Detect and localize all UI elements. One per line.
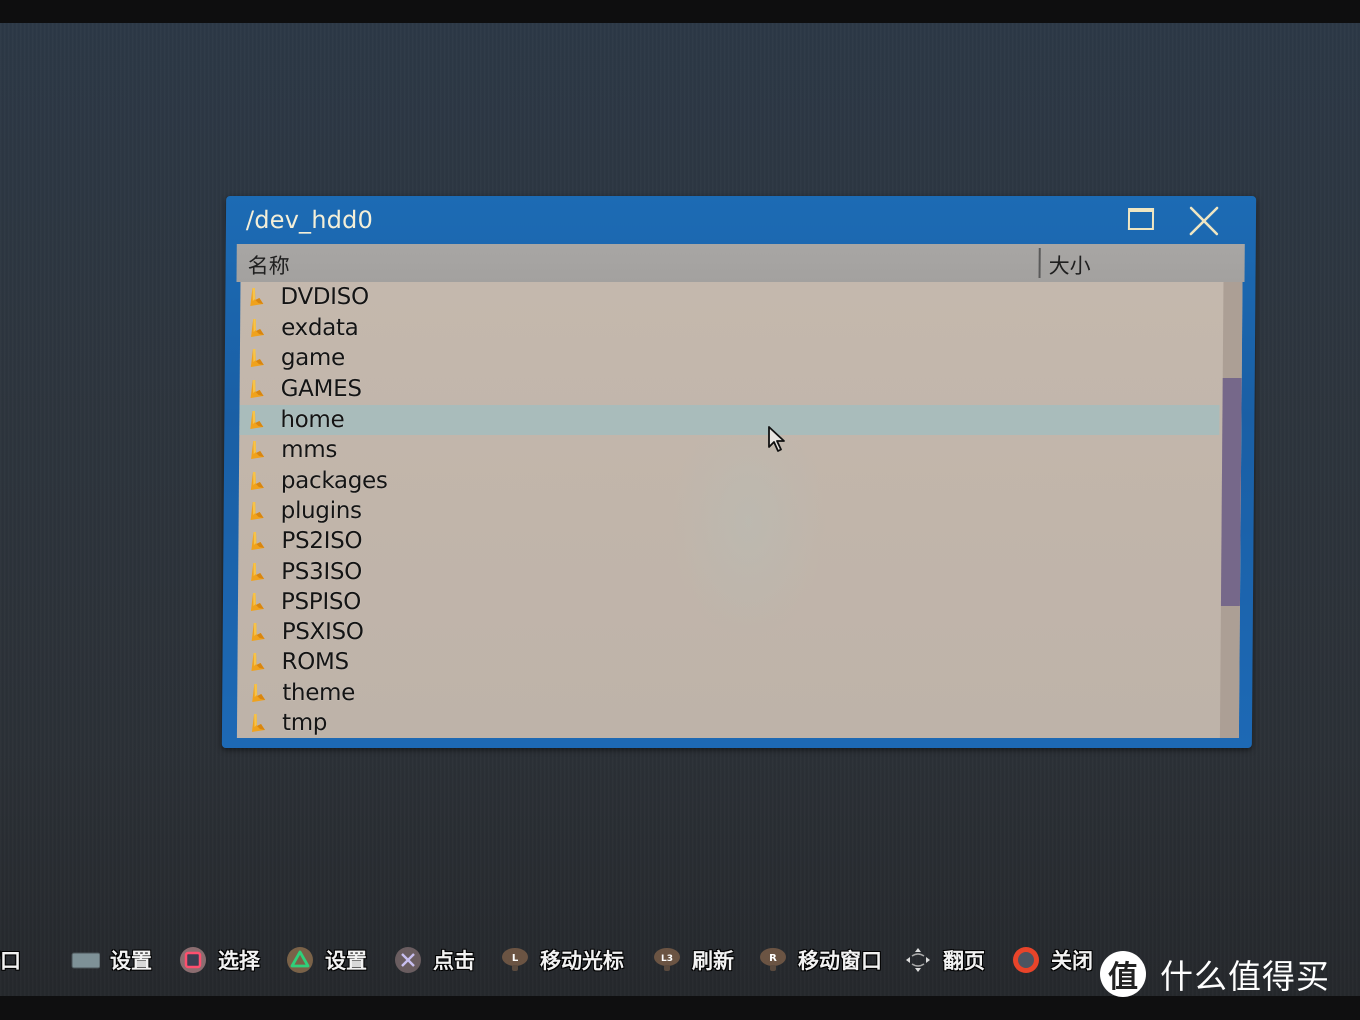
hint-dpad: 翻页 [903,938,985,982]
column-header-name[interactable]: 名称 [248,250,290,280]
hint-right-stick: R 移动窗口 [758,938,882,982]
hint-circle-button: 关闭 [1011,938,1093,982]
triangle-button-icon [285,945,315,975]
file-list-item-name: home [280,407,345,433]
hint-start-button: 新窗口 [0,938,21,982]
select-button-icon [70,945,100,975]
file-list-item[interactable]: exdata [240,313,1220,343]
maximize-button[interactable] [1127,208,1155,230]
folder-icon [250,411,264,429]
folder-icon [251,563,265,581]
folder-icon [251,653,265,671]
watermark: 值 什么值得买 [1100,950,1330,998]
list-header: 名称 大小 [236,244,1245,282]
hint-label: 关闭 [1051,949,1093,973]
circle-button-icon [1011,945,1041,975]
hint-label: 设置 [325,949,367,973]
folder-icon [251,623,265,641]
hint-select-button: 设置 [70,938,152,982]
file-list-item-name: PSXISO [281,619,364,645]
file-list-item[interactable]: mms [239,435,1219,465]
hint-label: 点击 [433,949,475,973]
file-list-item-name: exdata [281,315,359,341]
hint-triangle-button: 设置 [285,938,367,982]
scrollbar-track[interactable] [1219,282,1243,738]
monitor-bezel [0,996,1360,1020]
cross-button-icon [393,945,423,975]
file-list-item[interactable]: plugins [239,496,1219,526]
hint-l3-button: L3 刷新 [652,938,734,982]
svg-text:L: L [512,953,519,964]
dpad-icon [903,945,933,975]
file-manager-window: /dev_hdd0 名称 大小 DVDISO exdata game GAMES hom… [221,196,1257,748]
file-list-item[interactable]: ROMS [237,647,1217,677]
file-list-item[interactable]: PSPISO [238,587,1218,617]
file-list-item-name: plugins [280,498,362,524]
left-stick-icon: L [500,945,530,975]
square-button-icon [178,945,208,975]
close-button[interactable] [1188,206,1220,236]
folder-icon [251,714,265,732]
svg-text:L3: L3 [661,954,673,964]
file-list-item-name: mms [281,437,338,463]
hint-label: 选择 [218,949,260,973]
watermark-logo: 值 [1100,951,1146,997]
file-list-item[interactable]: theme [237,678,1217,708]
file-list-item-name: DVDISO [280,284,369,310]
file-list-item[interactable]: GAMES [240,374,1220,404]
hint-square-button: 选择 [178,938,260,982]
folder-icon [251,532,265,550]
folder-icon [252,684,266,702]
file-list-item[interactable]: PS3ISO [238,557,1218,587]
file-list-item[interactable]: game [240,343,1220,373]
file-list[interactable]: DVDISO exdata game GAMES home mms packages plug… [236,282,1243,738]
l3-button-icon: L3 [652,945,682,975]
file-list-item[interactable]: PS2ISO [238,526,1218,556]
hint-label: 设置 [110,949,152,973]
file-list-item[interactable]: packages [239,466,1219,496]
file-list-item-name: game [280,345,346,371]
file-list-item-name: tmp [281,710,328,736]
file-list-item-name: GAMES [280,376,362,402]
hint-label: 移动窗口 [798,949,882,973]
hint-cross-button: 点击 [393,938,475,982]
file-list-item-name: PS2ISO [281,528,363,554]
hint-label: 翻页 [943,949,985,973]
file-list-item-name: theme [282,680,356,706]
window-title: /dev_hdd0 [245,206,374,234]
file-list-item-name: PSPISO [280,589,362,615]
hint-left-stick: L 移动光标 [500,938,624,982]
mouse-cursor-icon [768,426,785,452]
folder-icon [250,288,264,306]
file-list-item-name: ROMS [281,649,349,675]
folder-icon [251,441,265,459]
folder-icon [250,593,264,611]
hint-label: 移动光标 [540,949,624,973]
close-icon [1189,206,1219,236]
file-list-item-name: packages [280,468,388,494]
file-list-item-name: PS3ISO [281,559,363,585]
column-header-size[interactable]: 大小 [1049,250,1091,280]
file-list-item[interactable]: PSXISO [238,617,1218,647]
folder-icon [250,502,264,520]
svg-text:R: R [769,953,777,964]
scrollbar-thumb[interactable] [1220,378,1242,606]
right-stick-icon: R [758,945,788,975]
folder-icon [250,349,264,367]
file-list-item[interactable]: DVDISO [240,282,1220,312]
file-list-item[interactable]: home [239,405,1220,435]
watermark-text: 什么值得买 [1160,957,1330,996]
hint-label: 刷新 [692,949,734,973]
column-divider[interactable] [1038,248,1041,278]
file-list-item[interactable]: tmp [237,708,1217,738]
folder-icon [250,380,264,398]
folder-icon [250,472,264,490]
folder-icon [251,319,265,337]
hint-label: 新窗口 [0,949,21,973]
